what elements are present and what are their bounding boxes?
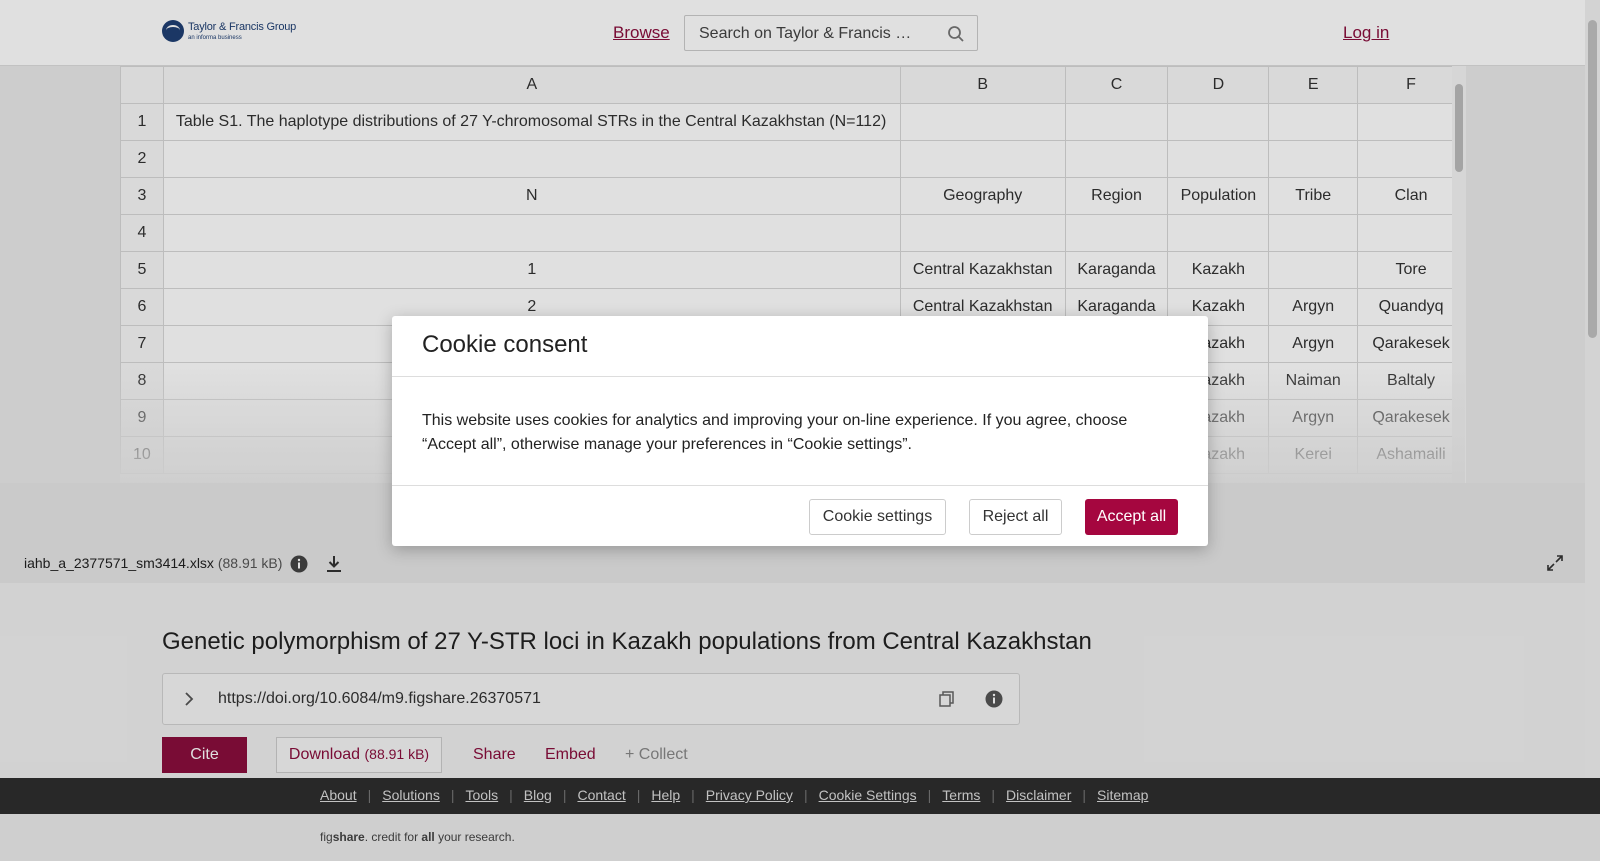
accept-all-button[interactable]: Accept all xyxy=(1085,499,1178,535)
modal-backdrop: Cookie consent This website uses cookies… xyxy=(0,0,1600,861)
cookie-dialog-title: Cookie consent xyxy=(392,316,1208,377)
cookie-dialog-actions: Cookie settings Reject all Accept all xyxy=(392,486,1208,546)
cookie-consent-dialog: Cookie consent This website uses cookies… xyxy=(392,316,1208,546)
reject-all-button[interactable]: Reject all xyxy=(969,499,1062,535)
cookie-dialog-text: This website uses cookies for analytics … xyxy=(392,377,1208,486)
cookie-settings-button[interactable]: Cookie settings xyxy=(809,499,946,535)
